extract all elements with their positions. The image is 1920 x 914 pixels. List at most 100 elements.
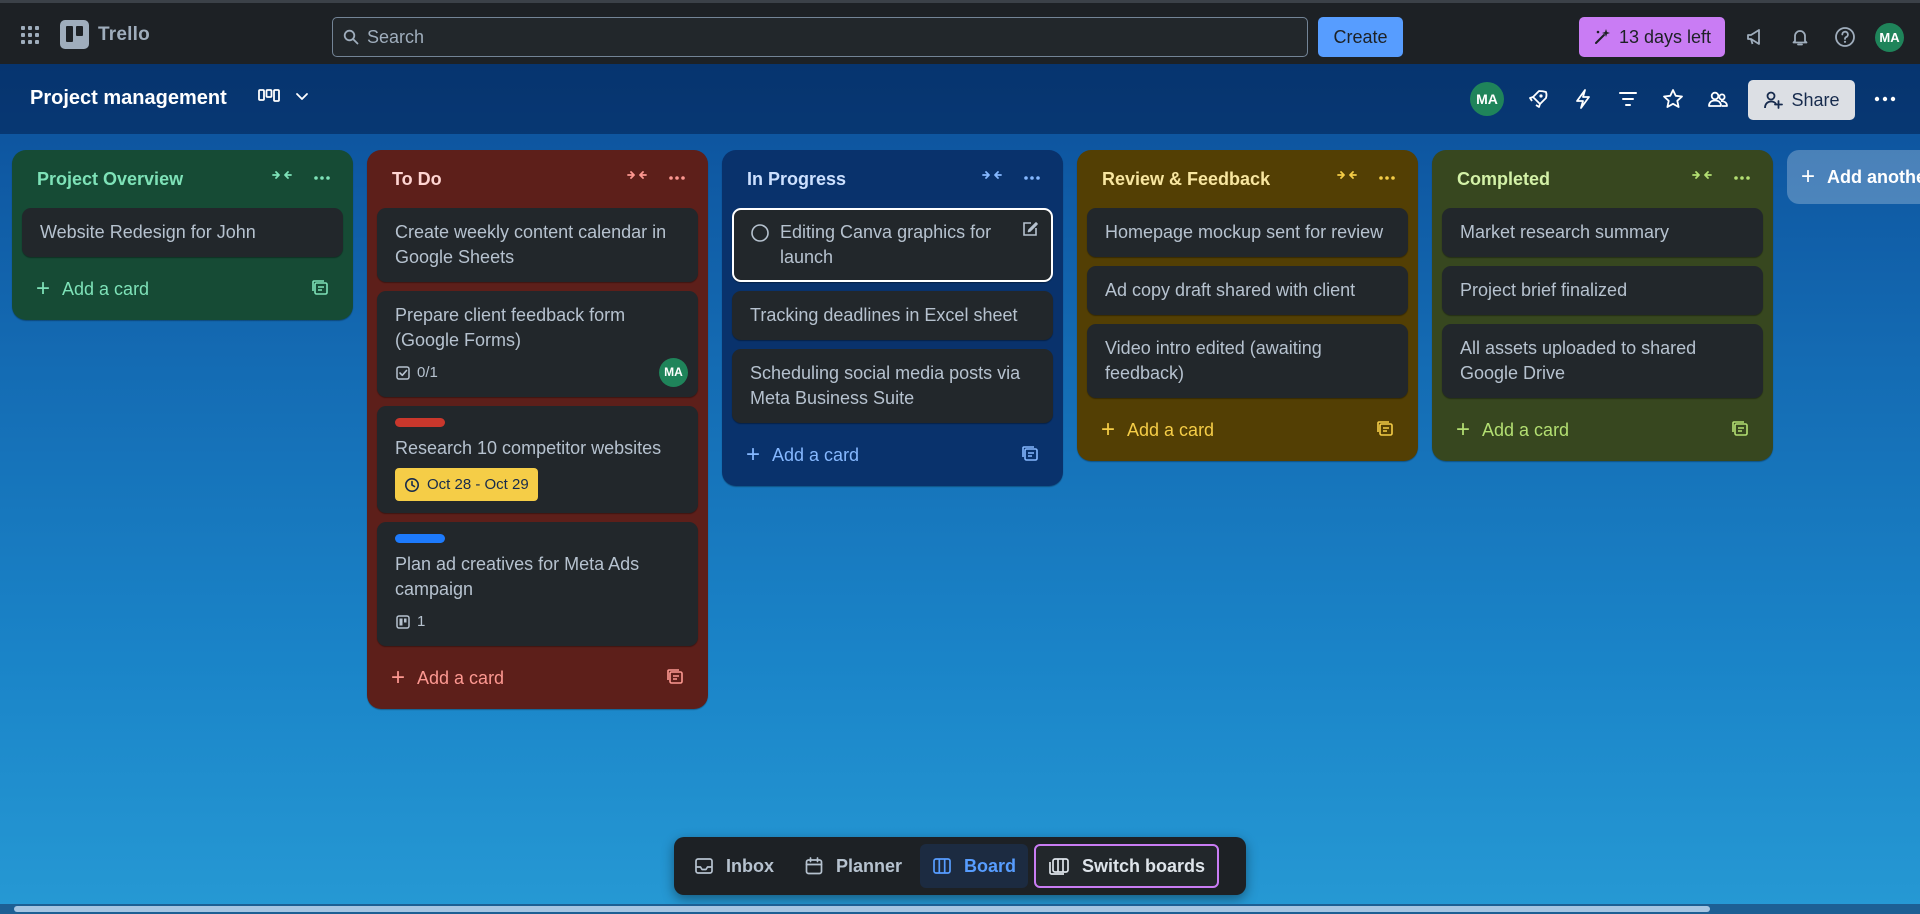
board-icon xyxy=(933,858,951,874)
collapse-list-icon[interactable] xyxy=(981,168,1003,187)
card-template-icon[interactable] xyxy=(666,668,684,691)
list-title[interactable]: To Do xyxy=(392,169,442,190)
plus-icon: + xyxy=(1801,163,1816,190)
notifications-bell-icon[interactable] xyxy=(1786,23,1814,51)
card-template-icon[interactable] xyxy=(311,279,329,302)
switch-boards-icon xyxy=(1049,858,1069,875)
trial-days-left-label: 13 days left xyxy=(1618,26,1712,47)
chevron-down-icon xyxy=(296,93,308,100)
dock-inbox-button[interactable]: Inbox xyxy=(682,844,786,888)
card[interactable]: Create weekly content calendar in Google… xyxy=(377,208,698,282)
card-body: Editing Canva graphics for launch xyxy=(750,220,1035,270)
card[interactable]: Tracking deadlines in Excel sheet xyxy=(732,291,1053,340)
power-ups-rocket-icon[interactable] xyxy=(1523,84,1553,114)
plus-icon: + xyxy=(36,275,51,302)
help-icon[interactable] xyxy=(1831,23,1859,51)
card-member-avatar[interactable]: MA xyxy=(659,358,688,387)
list-title[interactable]: Project Overview xyxy=(37,169,183,190)
search-box[interactable] xyxy=(332,17,1308,57)
add-card-button[interactable]: + Add a card xyxy=(732,432,1053,478)
card-title: Project brief finalized xyxy=(1460,280,1628,300)
card[interactable]: Plan ad creatives for Meta Ads campaign … xyxy=(377,522,698,646)
card-label-blue[interactable] xyxy=(395,534,445,543)
card-title: Plan ad creatives for Meta Ads campaign xyxy=(395,554,640,599)
list-header: In Progress xyxy=(732,150,1053,208)
list-completed: Completed Market research summary Projec… xyxy=(1432,150,1773,461)
dock-planner-label: Planner xyxy=(836,855,903,876)
list-actions-more-icon[interactable] xyxy=(1378,168,1396,186)
card[interactable]: Market research summary xyxy=(1442,208,1763,257)
list-actions-more-icon[interactable] xyxy=(1023,168,1041,186)
board-menu-more-icon[interactable] xyxy=(1870,84,1900,114)
list-title[interactable]: Review & Feedback xyxy=(1102,169,1270,190)
collapse-list-icon[interactable] xyxy=(626,168,648,187)
add-card-button[interactable]: + Add a card xyxy=(22,266,343,312)
board-view-switcher[interactable] xyxy=(258,88,310,104)
card[interactable]: Prepare client feedback form (Google For… xyxy=(377,291,698,397)
card[interactable]: Homepage mockup sent for review xyxy=(1087,208,1408,257)
megaphone-icon[interactable] xyxy=(1741,23,1769,51)
card[interactable]: Scheduling social media posts via Meta B… xyxy=(732,349,1053,423)
mark-complete-circle-icon[interactable] xyxy=(750,223,770,243)
card-label-red[interactable] xyxy=(395,418,445,427)
collapse-list-icon[interactable] xyxy=(1336,168,1358,187)
list-to-do: To Do Create weekly content calendar in … xyxy=(367,150,708,709)
card-title: Create weekly content calendar in Google… xyxy=(395,222,667,267)
card[interactable]: All assets uploaded to shared Google Dri… xyxy=(1442,324,1763,398)
board-view-icon xyxy=(258,89,280,102)
card-title: Homepage mockup sent for review xyxy=(1105,222,1384,242)
list-actions-more-icon[interactable] xyxy=(313,168,331,186)
list-actions-more-icon[interactable] xyxy=(1733,168,1751,186)
add-card-button[interactable]: + Add a card xyxy=(1087,407,1408,453)
scrollbar-thumb[interactable] xyxy=(14,906,1710,912)
card-template-icon[interactable] xyxy=(1731,420,1749,443)
board-member-avatar[interactable]: MA xyxy=(1470,82,1504,116)
share-button[interactable]: Share xyxy=(1748,80,1855,120)
visibility-workspace-icon[interactable] xyxy=(1703,84,1733,114)
board-title[interactable]: Project management xyxy=(30,87,227,110)
add-card-label: Add a card xyxy=(772,444,860,465)
card[interactable]: Ad copy draft shared with client xyxy=(1087,266,1408,315)
add-card-button[interactable]: + Add a card xyxy=(377,655,698,701)
card[interactable]: Video intro edited (awaiting feedback) xyxy=(1087,324,1408,398)
list-actions-more-icon[interactable] xyxy=(668,168,686,186)
trello-logo[interactable]: Trello xyxy=(60,20,150,49)
user-avatar[interactable]: MA xyxy=(1875,23,1904,52)
list-project-overview: Project Overview Website Redesign for Jo… xyxy=(12,150,353,320)
board-member-initials: MA xyxy=(1476,91,1498,107)
collapse-list-icon[interactable] xyxy=(271,168,293,187)
horizontal-scrollbar[interactable] xyxy=(0,904,1920,914)
calendar-icon xyxy=(805,857,823,875)
collapse-list-icon[interactable] xyxy=(1691,168,1713,187)
search-input[interactable] xyxy=(367,26,1267,48)
star-icon[interactable] xyxy=(1658,84,1688,114)
plus-icon: + xyxy=(1456,416,1471,443)
add-card-button[interactable]: + Add a card xyxy=(1442,407,1763,453)
dock-board-button[interactable]: Board xyxy=(920,844,1029,888)
card-template-icon[interactable] xyxy=(1021,445,1039,468)
due-date-badge[interactable]: Oct 28 - Oct 29 xyxy=(395,468,538,501)
card-title: Video intro edited (awaiting feedback) xyxy=(1105,338,1322,383)
card[interactable]: Project brief finalized xyxy=(1442,266,1763,315)
trial-days-left-button[interactable]: 13 days left xyxy=(1579,17,1725,57)
dock-planner-button[interactable]: Planner xyxy=(792,844,914,888)
card-title: Prepare client feedback form (Google For… xyxy=(395,305,626,350)
board-header: Project management MA Share xyxy=(0,64,1920,134)
app-switcher-icon[interactable] xyxy=(16,21,44,49)
edit-card-pencil-icon[interactable] xyxy=(1021,220,1039,238)
automation-lightning-icon[interactable] xyxy=(1568,84,1598,114)
list-review-feedback: Review & Feedback Homepage mockup sent f… xyxy=(1077,150,1418,461)
card-badges: 1 xyxy=(395,609,680,634)
add-another-list-button[interactable]: + Add another list xyxy=(1787,150,1920,204)
card[interactable]: Website Redesign for John xyxy=(22,208,343,257)
card[interactable]: Research 10 competitor websites Oct 28 -… xyxy=(377,406,698,513)
inbox-icon xyxy=(695,858,713,874)
list-title[interactable]: Completed xyxy=(1457,169,1550,190)
card-template-icon[interactable] xyxy=(1376,420,1394,443)
dock-switch-boards-button[interactable]: Switch boards xyxy=(1034,844,1220,888)
filter-icon[interactable] xyxy=(1613,84,1643,114)
card-hovered[interactable]: Editing Canva graphics for launch xyxy=(732,208,1053,282)
dock-inbox-label: Inbox xyxy=(726,855,774,876)
list-title[interactable]: In Progress xyxy=(747,169,846,190)
create-button[interactable]: Create xyxy=(1318,17,1403,57)
